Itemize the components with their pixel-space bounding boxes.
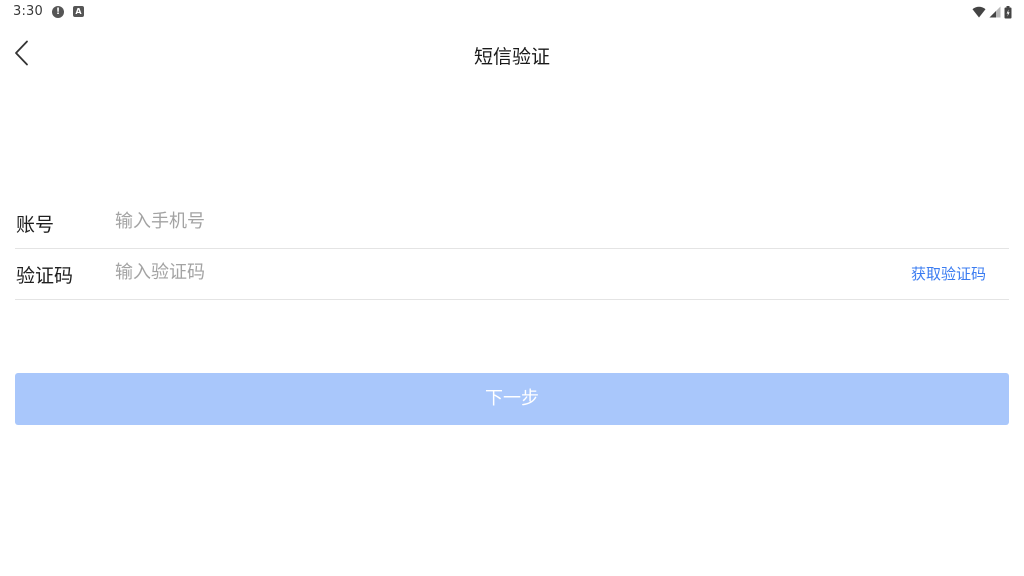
status-time: 3:30 xyxy=(13,4,43,19)
wifi-icon xyxy=(972,6,986,18)
alert-circle-icon: ! xyxy=(52,6,64,18)
verification-code-row: 验证码 获取验证码 xyxy=(15,248,1009,300)
navigation-bar: 短信验证 xyxy=(0,30,1024,76)
next-step-button[interactable]: 下一步 xyxy=(15,373,1009,425)
battery-icon xyxy=(1004,5,1012,19)
account-label: 账号 xyxy=(16,214,55,236)
status-right-icons xyxy=(972,5,1012,19)
sms-verification-screen: 3:30 ! A 短信验证 账号 输入手机号 验证码 输入验证码 获取验证码 下… xyxy=(0,0,1024,576)
get-code-button[interactable]: 获取验证码 xyxy=(911,263,986,284)
phone-input[interactable] xyxy=(115,207,715,235)
verification-code-input[interactable] xyxy=(115,258,715,286)
status-bar: 3:30 ! A xyxy=(0,0,1024,24)
page-title: 短信验证 xyxy=(473,46,550,68)
a-notification-icon: A xyxy=(73,6,84,17)
verification-code-label: 验证码 xyxy=(16,265,74,287)
signal-icon xyxy=(989,6,1001,18)
account-row: 账号 xyxy=(15,197,1009,249)
